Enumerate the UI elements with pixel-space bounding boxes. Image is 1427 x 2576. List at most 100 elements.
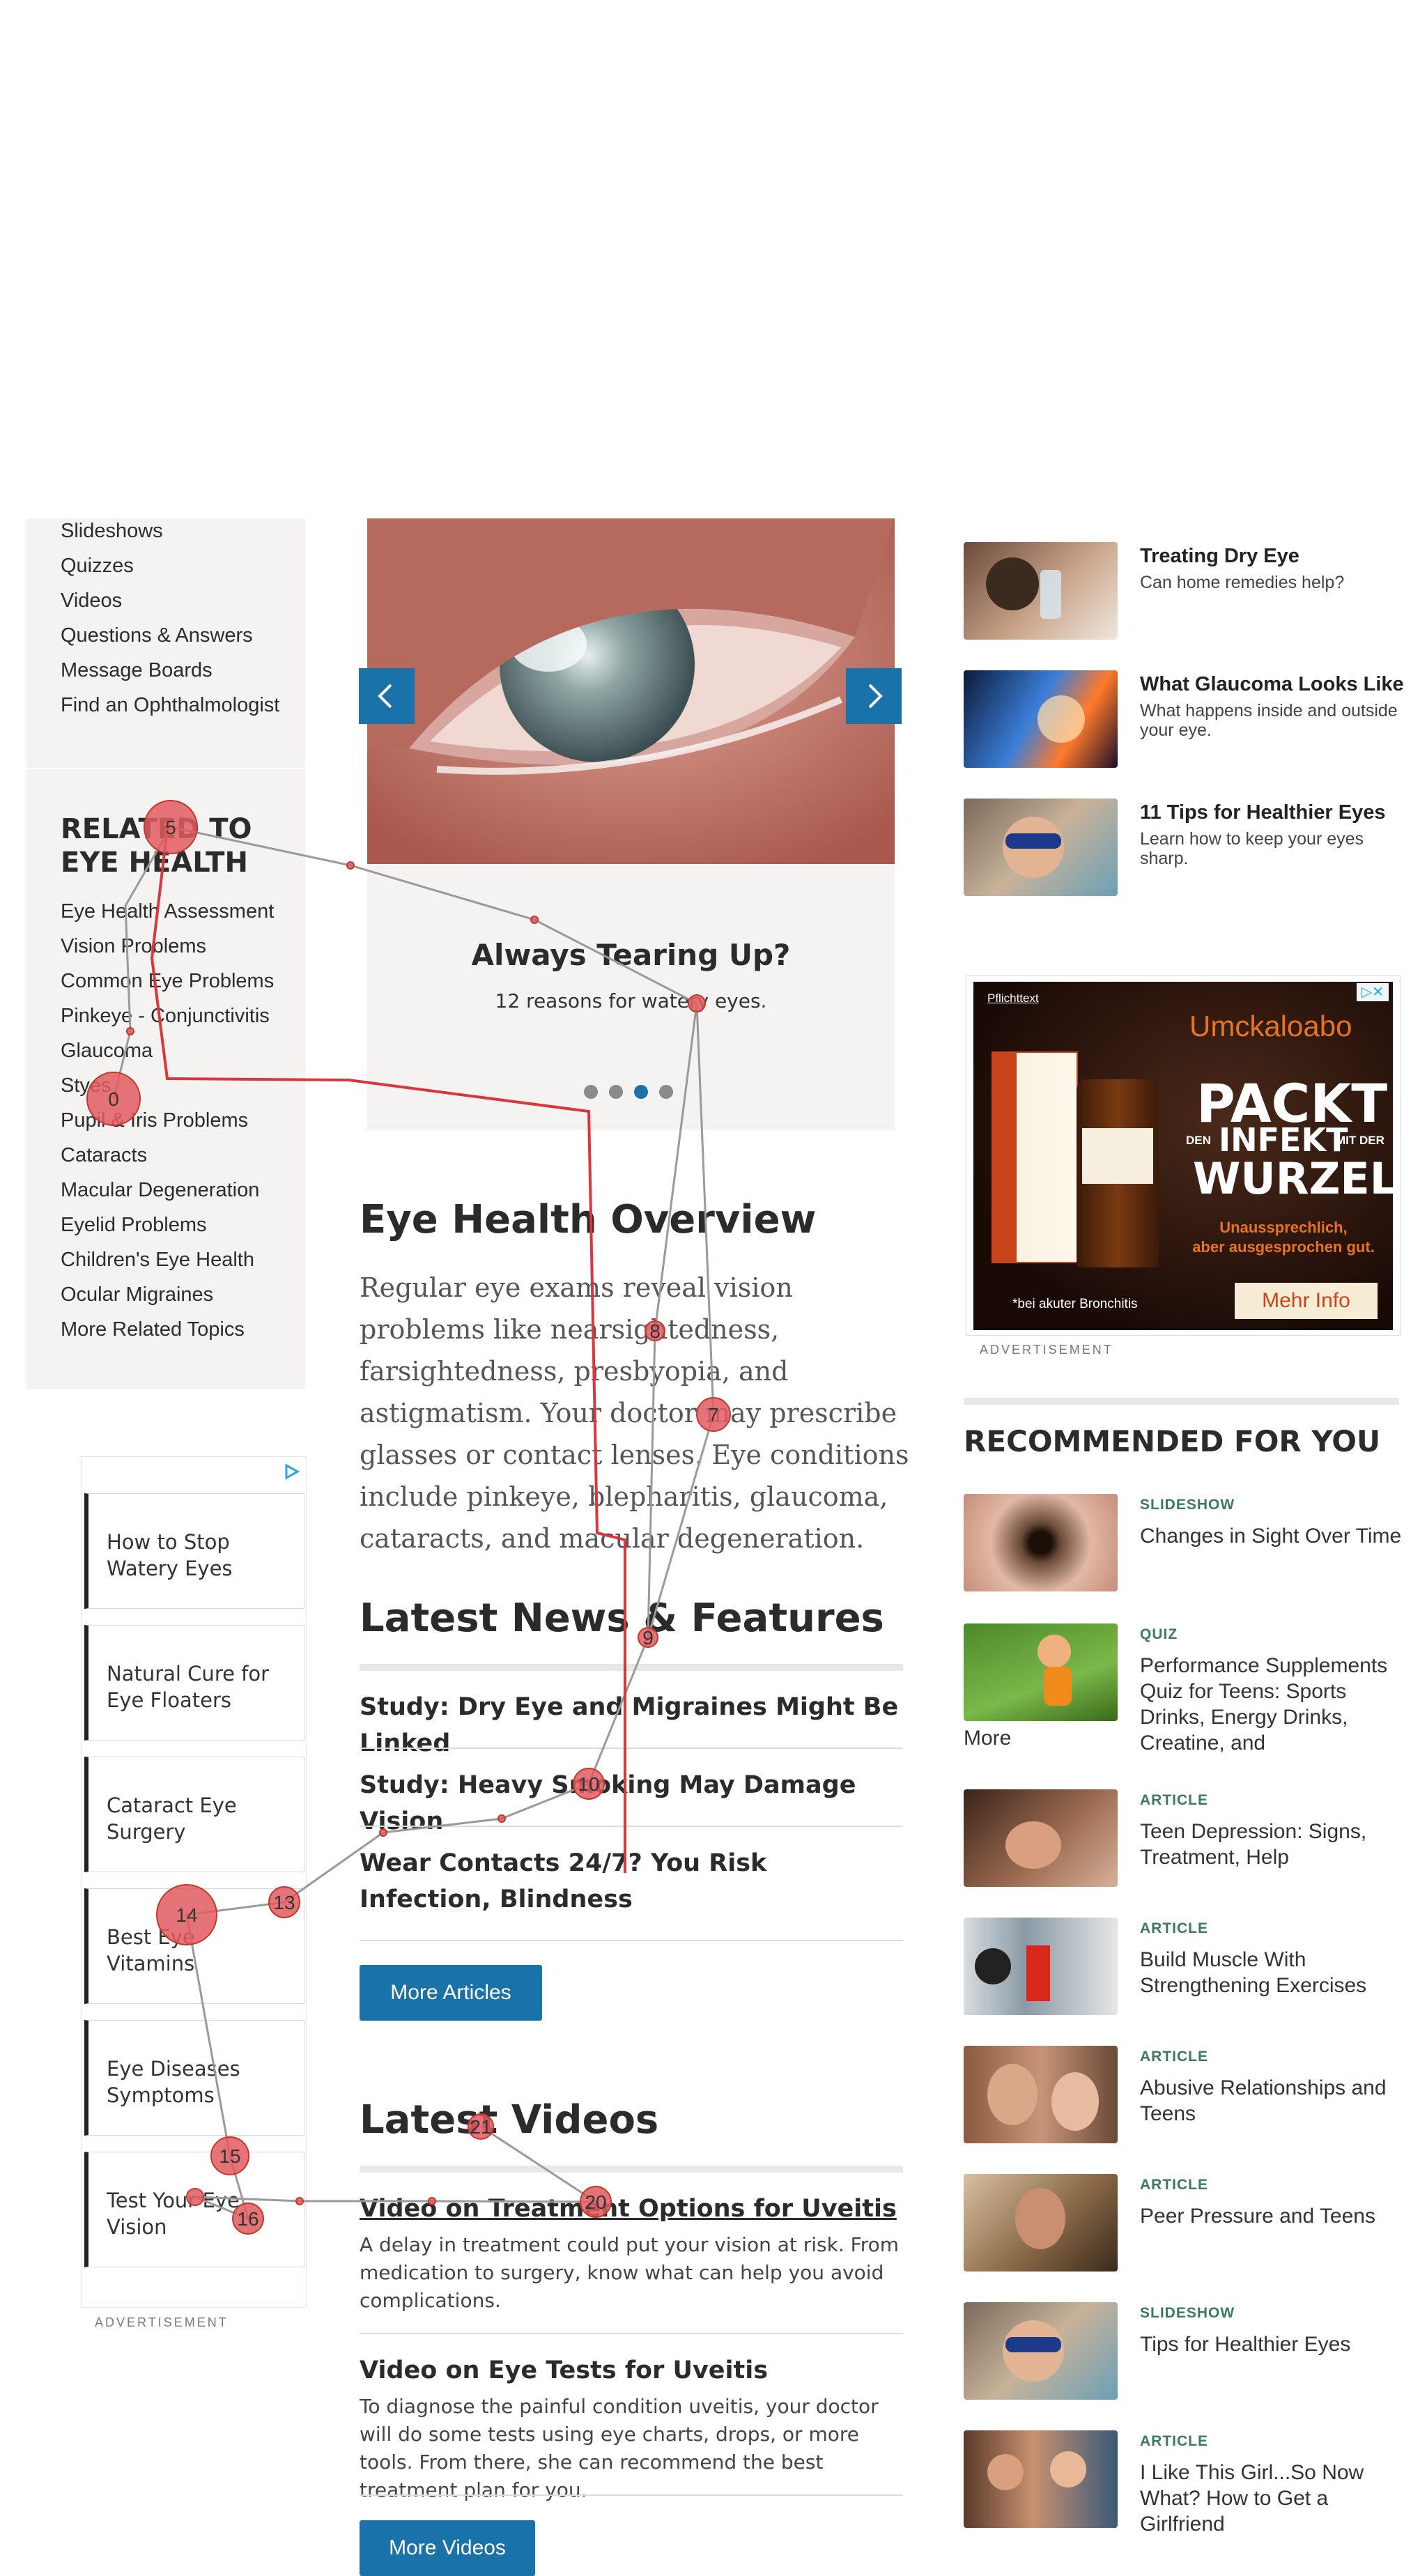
carousel-image[interactable] <box>367 518 895 864</box>
related-link[interactable]: Cataracts <box>61 1144 147 1167</box>
rec-thumbnail[interactable] <box>964 2174 1118 2272</box>
ad-cta-button[interactable]: Mehr Info <box>1235 1283 1378 1319</box>
related-link[interactable]: Eye Health Assessment <box>61 900 274 923</box>
rec-type: ARTICLE <box>1140 1920 1208 1936</box>
left-ad-list: How to Stop Watery Eyes Natural Cure for… <box>81 1456 307 2308</box>
ad-tagline-1: Unaussprechlich, <box>1219 1219 1348 1236</box>
related-link[interactable]: Children's Eye Health <box>61 1249 254 1272</box>
news-link[interactable]: Wear Contacts 24/7? You Risk Infection, … <box>360 1845 903 1918</box>
rec-thumbnail[interactable] <box>964 1918 1118 2015</box>
feature-title[interactable]: What Glaucoma Looks Like <box>1140 673 1404 696</box>
teen-depression-photo <box>1005 1821 1061 1869</box>
related-link[interactable]: Ocular Migraines <box>61 1283 213 1306</box>
man-sunglasses-photo <box>1003 817 1064 878</box>
carousel-dot-active[interactable] <box>634 1085 648 1099</box>
sidebar-link-quizzes[interactable]: Quizzes <box>61 555 134 578</box>
rec-type: SLIDESHOW <box>1140 1497 1235 1513</box>
rec-thumbnail[interactable] <box>964 1494 1118 1591</box>
carousel-caption[interactable]: Always Tearing Up? 12 reasons for watery… <box>367 864 895 1130</box>
video-description: A delay in treatment could put your visi… <box>360 2233 900 2312</box>
related-link[interactable]: Vision Problems <box>61 935 206 958</box>
related-link[interactable]: Macular Degeneration <box>61 1179 259 1202</box>
teens-group-photo <box>987 2451 1086 2490</box>
ad-link[interactable]: How to Stop Watery Eyes <box>84 1493 304 1609</box>
related-link[interactable]: Pinkeye - Conjunctivitis <box>61 1005 270 1028</box>
feature-thumbnail[interactable] <box>964 799 1118 896</box>
rec-title-overflow[interactable]: More <box>964 1727 1011 1750</box>
rec-title[interactable]: Performance Supplements Quiz for Teens: … <box>1140 1653 1405 1756</box>
carousel-dot[interactable] <box>659 1085 673 1099</box>
rec-title[interactable]: Peer Pressure and Teens <box>1140 2203 1405 2229</box>
ad-footnote: *bei akuter Bronchitis <box>1012 1297 1138 1311</box>
carousel-prev-button[interactable] <box>359 668 415 724</box>
carousel-dot[interactable] <box>609 1085 623 1099</box>
related-link[interactable]: Glaucoma <box>61 1040 153 1063</box>
more-articles-button[interactable]: More Articles <box>360 1965 542 2021</box>
video-link[interactable]: Video on Eye Tests for Uveitis <box>360 2352 903 2389</box>
carousel-title[interactable]: Always Tearing Up? <box>367 938 895 972</box>
adchoices-icon[interactable] <box>282 1463 300 1481</box>
ad-link-label: Test Your Eye Vision <box>107 2189 240 2239</box>
umckaloabo-ad[interactable]: ▷✕ Pflichttext Umckaloabo PACKT DEN INFE… <box>966 975 1401 1336</box>
rec-title[interactable]: Abusive Relationships and Teens <box>1140 2075 1405 2127</box>
adchoices-icon[interactable]: ▷✕ <box>1357 983 1389 1001</box>
rec-title[interactable]: Changes in Sight Over Time <box>1140 1523 1405 1549</box>
feature-title[interactable]: 11 Tips for Healthier Eyes <box>1140 801 1385 824</box>
rec-top-rule <box>964 1398 1399 1405</box>
section-divider <box>360 2166 903 2173</box>
ad-banner[interactable]: ▷✕ Pflichttext Umckaloabo PACKT DEN INFE… <box>973 982 1393 1330</box>
news-link[interactable]: Study: Heavy Smoking May Damage Vision <box>360 1767 903 1840</box>
rec-thumbnail[interactable] <box>964 2046 1118 2143</box>
feature-thumbnail[interactable] <box>964 670 1118 768</box>
rec-type: ARTICLE <box>1140 1792 1208 1808</box>
rec-type: QUIZ <box>1140 1626 1178 1642</box>
related-topics-box: RELATED TO EYE HEALTH Eye Health Assessm… <box>26 769 305 1389</box>
ad-link-label: Best Eye Vitamins <box>107 1925 195 1975</box>
sidebar-link-qa[interactable]: Questions & Answers <box>61 624 253 647</box>
eye-photo <box>367 518 895 864</box>
rec-title[interactable]: Tips for Healthier Eyes <box>1140 2331 1405 2357</box>
feature-title[interactable]: Treating Dry Eye <box>1140 545 1299 568</box>
divider <box>360 1826 903 1827</box>
rec-title[interactable]: Build Muscle With Strengthening Exercise… <box>1140 1947 1405 1998</box>
rec-thumbnail[interactable] <box>964 1624 1118 1721</box>
rec-type: SLIDESHOW <box>1140 2305 1235 2321</box>
rec-thumbnail[interactable] <box>964 2430 1118 2528</box>
carousel-next-button[interactable] <box>846 668 902 724</box>
rec-thumbnail[interactable] <box>964 2302 1118 2400</box>
ad-pflichttext[interactable]: Pflichttext <box>987 992 1039 1005</box>
feature-thumbnail[interactable] <box>964 542 1118 640</box>
related-link[interactable]: Pupil & Iris Problems <box>61 1109 248 1132</box>
product-box-image <box>992 1051 1078 1263</box>
ad-link[interactable]: Cataract Eye Surgery <box>84 1757 304 1872</box>
rec-title[interactable]: I Like This Girl...So Now What? How to G… <box>1140 2460 1405 2537</box>
news-link[interactable]: Study: Dry Eye and Migraines Might Be Li… <box>360 1689 903 1761</box>
ad-tagline-2: aber ausgesprochen gut. <box>1192 1238 1375 1256</box>
rec-title[interactable]: Teen Depression: Signs, Treatment, Help <box>1140 1819 1405 1870</box>
carousel-dot[interactable] <box>584 1085 598 1099</box>
related-link[interactable]: Common Eye Problems <box>61 970 274 993</box>
related-link-more[interactable]: More Related Topics <box>61 1318 245 1341</box>
ad-link[interactable]: Test Your Eye Vision <box>84 2152 304 2267</box>
ad-link[interactable]: Best Eye Vitamins <box>84 1888 304 2004</box>
ad-link[interactable]: Eye Diseases Symptoms <box>84 2020 304 2136</box>
ad-link[interactable]: Natural Cure for Eye Floaters <box>84 1625 304 1741</box>
divider <box>360 1748 903 1749</box>
related-link[interactable]: Styes <box>61 1074 111 1097</box>
sidebar-nav-box: Slideshows Quizzes Videos Questions & An… <box>26 518 305 768</box>
more-videos-button[interactable]: More Videos <box>360 2520 535 2576</box>
rec-thumbnail[interactable] <box>964 1789 1118 1887</box>
related-link[interactable]: Eyelid Problems <box>61 1214 207 1237</box>
man-sunglasses-photo <box>1003 2320 1064 2382</box>
sidebar-link-slideshows[interactable]: Slideshows <box>61 520 163 543</box>
ad-link-label: How to Stop Watery Eyes <box>107 1530 233 1580</box>
sidebar-link-find-ophthalmologist[interactable]: Find an Ophthalmologist <box>61 694 279 717</box>
section-divider <box>360 1664 903 1671</box>
sidebar-link-videos[interactable]: Videos <box>61 589 122 612</box>
feature-subtitle: Learn how to keep your eyes sharp. <box>1140 829 1364 868</box>
ad-link-label: Eye Diseases Symptoms <box>107 2057 240 2107</box>
sidebar-link-message-boards[interactable]: Message Boards <box>61 659 213 682</box>
video-link[interactable]: Video on Treatment Options for Uveitis <box>360 2191 903 2227</box>
video-description: To diagnose the painful condition uveiti… <box>360 2395 879 2501</box>
rec-type: ARTICLE <box>1140 2177 1208 2193</box>
